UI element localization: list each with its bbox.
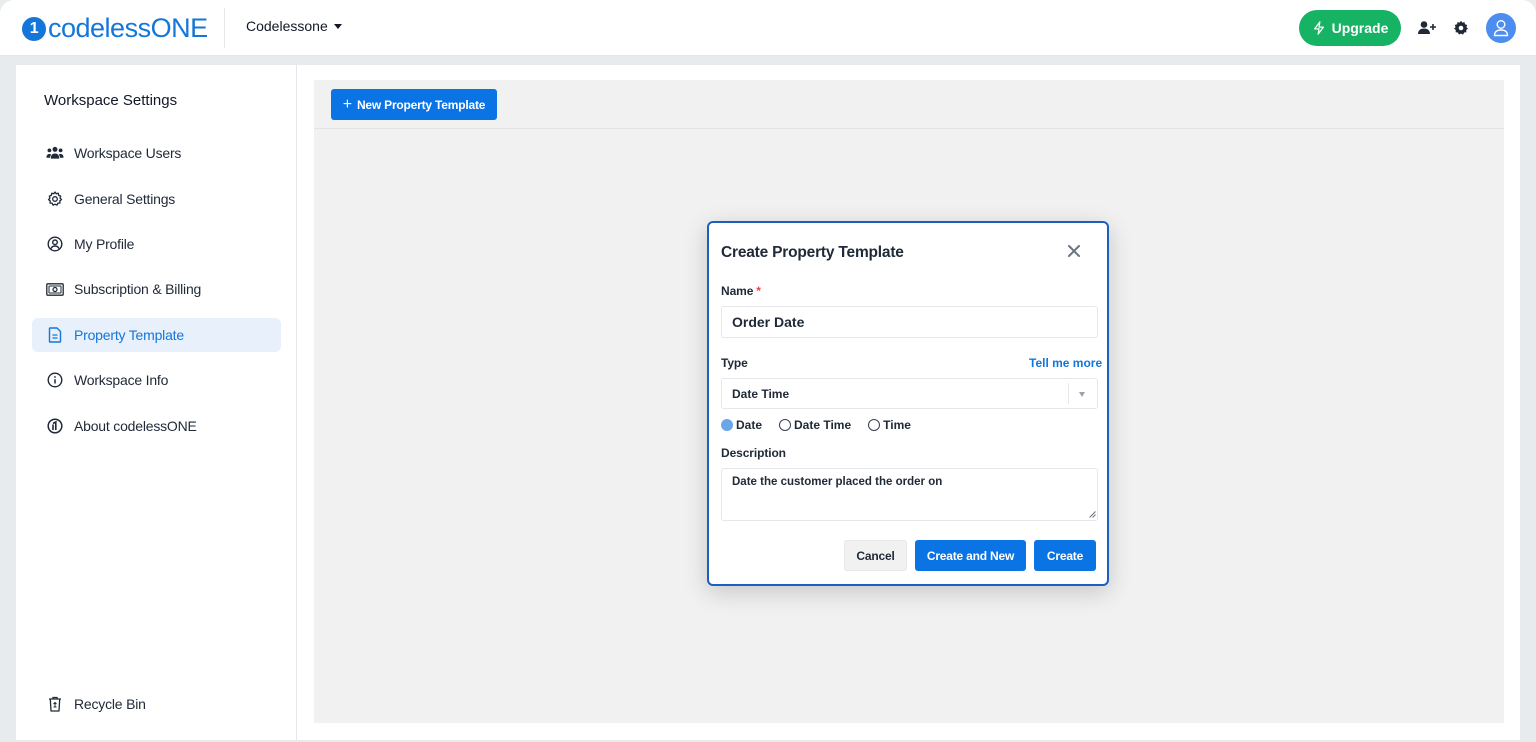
sidebar-item-label: Recycle Bin	[74, 696, 146, 712]
app-window: 1 codeless ONE Codelessone Upgrade Worksp…	[0, 0, 1536, 742]
sidebar-item-property-template[interactable]: Property Template	[32, 318, 281, 352]
sidebar-item-my-profile[interactable]: My Profile	[32, 227, 281, 261]
content-toolbar: + New Property Template	[314, 80, 1504, 129]
upgrade-label: Upgrade	[1331, 20, 1389, 36]
chevron-down-icon	[333, 23, 342, 29]
sidebar-item-recycle-bin[interactable]: Recycle Bin	[32, 687, 281, 721]
users-icon	[46, 144, 64, 162]
sidebar-item-workspace-users[interactable]: Workspace Users	[32, 136, 281, 170]
radio-unselected-icon	[779, 419, 792, 431]
type-select[interactable]: Date Time	[721, 378, 1098, 409]
sidebar-item-label: About codelessONE	[74, 418, 197, 434]
radio-date-time[interactable]: Date Time	[779, 418, 851, 432]
tell-me-more-link[interactable]: Tell me more	[1029, 356, 1102, 370]
add-user-icon[interactable]	[1416, 17, 1438, 39]
workspace-name: Codelessone	[246, 18, 328, 34]
document-icon	[46, 326, 64, 344]
required-asterisk: *	[756, 284, 761, 298]
description-label: Description	[721, 446, 786, 460]
chevron-down-icon	[1079, 392, 1085, 397]
settings-sidebar: Workspace Settings Workspace Users Gener…	[16, 65, 297, 740]
workspace-selector[interactable]: Codelessone	[246, 18, 342, 34]
user-avatar-icon[interactable]	[1486, 13, 1516, 43]
create-and-new-button[interactable]: Create and New	[915, 540, 1026, 571]
sidebar-item-subscription-billing[interactable]: Subscription & Billing	[32, 272, 281, 306]
new-property-template-button[interactable]: + New Property Template	[331, 89, 497, 120]
name-label: Name *	[721, 284, 761, 298]
recycle-bin-icon	[46, 695, 64, 713]
sidebar-item-about-codelessone[interactable]: About codelessONE	[32, 409, 281, 443]
dialog-title: Create Property Template	[721, 244, 904, 261]
radio-label: Time	[883, 418, 911, 432]
cancel-button[interactable]: Cancel	[844, 540, 907, 571]
radio-label: Date Time	[794, 418, 852, 432]
info-icon	[46, 371, 64, 389]
radio-selected-icon	[721, 419, 733, 431]
sidebar-item-label: Subscription & Billing	[74, 281, 202, 297]
sidebar-item-label: General Settings	[74, 191, 176, 207]
radio-time[interactable]: Time	[868, 418, 911, 432]
top-bar: 1 codeless ONE Codelessone Upgrade	[0, 0, 1536, 56]
plus-icon: +	[342, 95, 352, 113]
gear-icon[interactable]	[1450, 17, 1472, 39]
name-input[interactable]	[721, 306, 1098, 338]
description-textarea[interactable]: Date the customer placed the order on	[721, 468, 1098, 521]
upgrade-button[interactable]: Upgrade	[1299, 10, 1401, 46]
topbar-divider	[224, 8, 225, 48]
name-label-text: Name	[721, 284, 754, 298]
resize-handle-icon[interactable]	[1089, 511, 1096, 518]
user-circle-icon	[46, 235, 64, 253]
logo-text-suffix: ONE	[150, 13, 209, 43]
radio-unselected-icon	[868, 419, 881, 431]
codeless-logo-icon	[46, 417, 64, 435]
create-property-template-dialog: Create Property Template Name* Type Tell…	[707, 221, 1109, 586]
codelessone-logo[interactable]: 1 codeless ONE	[22, 13, 208, 44]
sidebar-item-label: Workspace Info	[74, 372, 169, 388]
banknote-icon	[46, 280, 64, 298]
date-format-radio-group: Date Date Time Time	[721, 418, 928, 432]
radio-date[interactable]: Date	[721, 418, 762, 432]
logo-text-prefix: codeless	[48, 13, 151, 43]
gear-outline-icon	[46, 190, 64, 208]
close-icon[interactable]	[1064, 241, 1084, 261]
select-divider	[1068, 383, 1069, 404]
radio-label: Date	[736, 418, 763, 432]
type-select-value: Date Time	[732, 386, 790, 401]
sidebar-item-label: My Profile	[74, 236, 135, 252]
new-property-template-label: New Property Template	[356, 97, 486, 112]
sidebar-item-label: Workspace Users	[74, 145, 182, 161]
type-label: Type	[721, 356, 748, 370]
logo-mark-icon: 1	[22, 16, 46, 41]
create-button[interactable]: Create	[1034, 540, 1096, 571]
sidebar-title: Workspace Settings	[44, 92, 178, 109]
sidebar-item-general-settings[interactable]: General Settings	[32, 182, 281, 216]
sidebar-item-workspace-info[interactable]: Workspace Info	[32, 363, 281, 397]
lightning-icon	[1313, 21, 1324, 35]
sidebar-item-label: Property Template	[74, 327, 184, 343]
